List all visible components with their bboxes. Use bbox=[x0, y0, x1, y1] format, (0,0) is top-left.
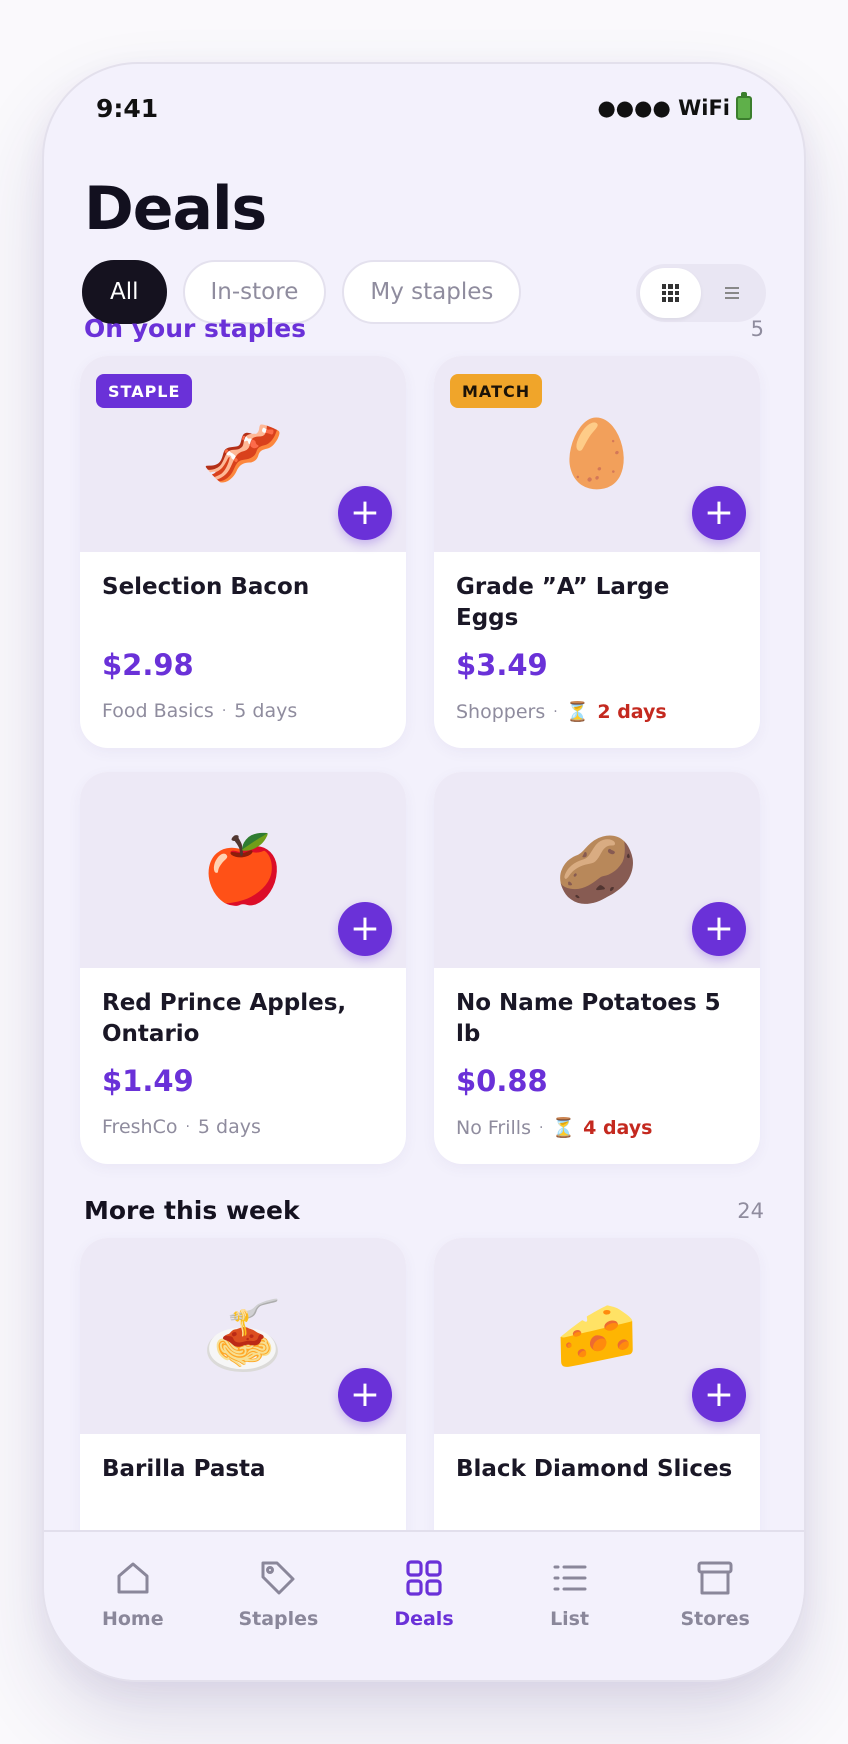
store-name: No Frills bbox=[456, 1116, 531, 1139]
cheese-icon: 🧀 bbox=[555, 1297, 639, 1374]
separator-dot: · bbox=[538, 1119, 544, 1136]
separator-dot: · bbox=[553, 703, 558, 720]
product-name: Barilla Pasta bbox=[102, 1456, 266, 1482]
store-name: Food Basics bbox=[102, 700, 214, 722]
product-name: No Name Potatoes 5 lb bbox=[456, 990, 721, 1047]
expires-text: 4 days bbox=[583, 1116, 653, 1139]
grid-view-icon bbox=[661, 284, 680, 302]
match-badge: MATCH bbox=[450, 374, 543, 408]
separator-dot: · bbox=[221, 703, 227, 719]
tab-label: Stores bbox=[680, 1608, 750, 1630]
grid-icon bbox=[406, 1560, 442, 1596]
status-indicators: ●●●● WiFi bbox=[597, 92, 752, 120]
section-header-staples: On your staples 5 bbox=[84, 314, 764, 343]
product-image: 🍝 + bbox=[80, 1238, 406, 1434]
tab-label: Staples bbox=[238, 1608, 319, 1630]
tag-icon bbox=[261, 1561, 295, 1595]
product-name: Black Diamond Slices bbox=[456, 1456, 733, 1482]
list-view-icon bbox=[724, 287, 739, 299]
pasta-icon: 🍝 bbox=[201, 1297, 285, 1374]
page-title: Deals bbox=[84, 174, 267, 244]
add-to-list-button[interactable]: + bbox=[692, 1368, 746, 1422]
product-price: $1.49 bbox=[102, 1064, 194, 1098]
add-to-list-button[interactable]: + bbox=[338, 486, 392, 540]
tab-label: Home bbox=[101, 1608, 164, 1630]
store-name: FreshCo bbox=[102, 1116, 178, 1138]
deal-meta: FreshCo · 5 days bbox=[102, 1116, 261, 1138]
product-image: STAPLE 🥓 + bbox=[80, 356, 406, 552]
add-to-list-button[interactable]: + bbox=[338, 1368, 392, 1422]
list-view-button[interactable] bbox=[701, 268, 762, 318]
section-count: 5 bbox=[750, 316, 764, 341]
section-header-more: More this week 24 bbox=[84, 1196, 764, 1225]
bottom-tab-bar: Home Staples Deals List Stores bbox=[44, 1530, 804, 1680]
tab-list[interactable]: List bbox=[500, 1532, 640, 1680]
deal-meta: Food Basics · 5 days bbox=[102, 700, 297, 722]
product-image: 🧀 + bbox=[434, 1238, 760, 1434]
status-time: 9:41 bbox=[96, 94, 159, 123]
deal-card[interactable]: STAPLE 🥓 + Selection Bacon $2.98 Food Ba… bbox=[80, 356, 406, 748]
hourglass-icon: ⏳ bbox=[551, 1117, 576, 1139]
bacon-icon: 🥓 bbox=[201, 415, 285, 492]
apple-icon: 🍎 bbox=[201, 831, 285, 908]
product-price: $3.49 bbox=[456, 648, 548, 682]
hourglass-icon: ⏳ bbox=[565, 701, 590, 723]
grid-view-button[interactable] bbox=[640, 268, 701, 318]
section-count: 24 bbox=[737, 1198, 764, 1223]
list-icon bbox=[553, 1565, 587, 1591]
add-to-list-button[interactable]: + bbox=[692, 902, 746, 956]
product-image: MATCH 🥚 + bbox=[434, 356, 760, 552]
deal-card[interactable]: 🍎 + Red Prince Apples, Ontario $1.49 Fre… bbox=[80, 772, 406, 1164]
separator-dot: · bbox=[185, 1119, 190, 1135]
deal-meta: Shoppers · ⏳ 2 days bbox=[456, 700, 667, 724]
store-icon bbox=[697, 1561, 733, 1595]
product-price: $2.98 bbox=[102, 648, 194, 682]
expires-text: 5 days bbox=[197, 1116, 261, 1138]
add-to-list-button[interactable]: + bbox=[692, 486, 746, 540]
egg-icon: 🥚 bbox=[555, 415, 639, 492]
phone-frame: 9:41 ●●●● WiFi Deals All In-store My sta… bbox=[42, 62, 806, 1682]
signal-wifi-text: ●●●● WiFi bbox=[597, 96, 730, 120]
staple-badge: STAPLE bbox=[96, 374, 193, 408]
product-name: Selection Bacon bbox=[102, 574, 310, 600]
tab-home[interactable]: Home bbox=[63, 1532, 203, 1680]
product-price: $0.88 bbox=[456, 1064, 548, 1098]
tab-stores[interactable]: Stores bbox=[645, 1532, 785, 1680]
product-name: Grade ”A” Large Eggs bbox=[456, 574, 670, 631]
deal-card[interactable]: MATCH 🥚 + Grade ”A” Large Eggs $3.49 Sho… bbox=[434, 356, 760, 748]
add-to-list-button[interactable]: + bbox=[338, 902, 392, 956]
store-name: Shoppers bbox=[456, 700, 546, 723]
product-name: Red Prince Apples, Ontario bbox=[102, 990, 347, 1047]
tab-deals[interactable]: Deals bbox=[354, 1532, 494, 1680]
tab-staples[interactable]: Staples bbox=[208, 1532, 348, 1680]
product-image: 🍎 + bbox=[80, 772, 406, 968]
home-icon bbox=[117, 1562, 149, 1594]
product-image: 🥔 + bbox=[434, 772, 760, 968]
expires-text: 2 days bbox=[597, 700, 667, 723]
section-title: On your staples bbox=[84, 314, 307, 343]
status-bar: 9:41 ●●●● WiFi bbox=[44, 64, 804, 154]
expires-text: 5 days bbox=[234, 700, 298, 722]
tab-label: List bbox=[550, 1608, 590, 1630]
battery-icon bbox=[736, 92, 752, 120]
deal-meta: No Frills · ⏳ 4 days bbox=[456, 1116, 653, 1140]
potato-icon: 🥔 bbox=[555, 831, 639, 908]
tab-label: Deals bbox=[394, 1608, 454, 1630]
section-title: More this week bbox=[84, 1196, 300, 1225]
deal-card[interactable]: 🥔 + No Name Potatoes 5 lb $0.88 No Frill… bbox=[434, 772, 760, 1164]
